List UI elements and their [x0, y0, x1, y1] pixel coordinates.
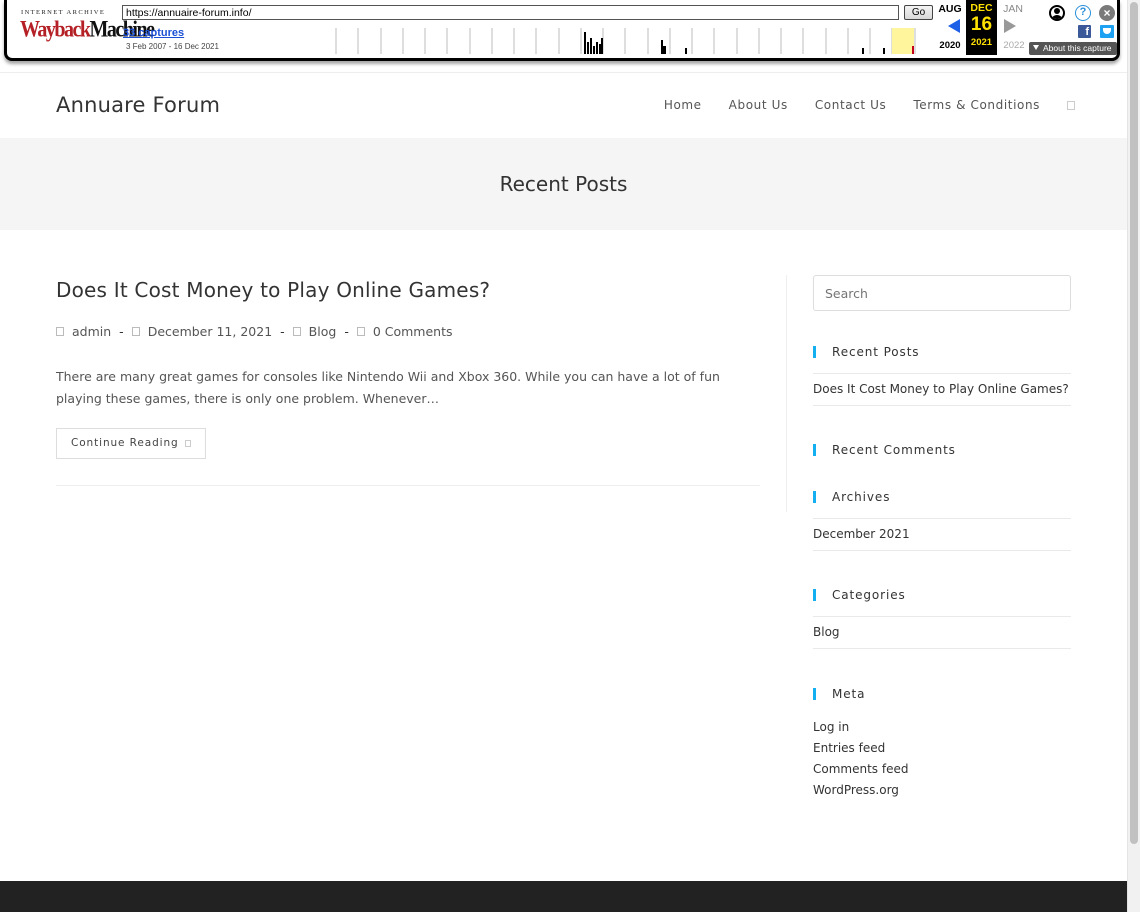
category-link[interactable]: Blog [813, 616, 1071, 649]
widget-title: Archives [813, 491, 1071, 503]
page-header: Recent Posts [0, 138, 1127, 230]
meta-separator: - [344, 324, 349, 339]
capture-bars [584, 32, 914, 54]
folder-icon [292, 327, 301, 336]
site-footer [0, 881, 1127, 912]
prev-year[interactable]: 2020 [935, 40, 965, 51]
calendar-icon [131, 327, 140, 336]
widget-recent-comments: Recent Comments [813, 444, 1071, 456]
meta-wordpress-link[interactable]: WordPress.org [813, 780, 1071, 801]
capture-date-range: 3 Feb 2007 - 16 Dec 2021 [126, 42, 219, 51]
sidebar-divider [786, 275, 787, 512]
scrollbar-thumb[interactable] [1130, 2, 1138, 844]
nav-contact-us[interactable]: Contact Us [815, 98, 887, 112]
meta-comments-feed-link[interactable]: Comments feed [813, 759, 1071, 780]
wayback-url-input[interactable] [122, 5, 899, 20]
continue-reading-button[interactable]: Continue Reading [56, 428, 206, 459]
prev-month[interactable]: AUG [935, 3, 965, 15]
widget-meta: Meta Log in Entries feed Comments feed W… [813, 688, 1071, 801]
nav-terms-conditions[interactable]: Terms & Conditions [913, 98, 1040, 112]
next-year[interactable]: 2022 [999, 40, 1029, 51]
widget-categories: Categories Blog [813, 589, 1071, 649]
next-month[interactable]: JAN [998, 3, 1028, 15]
post-entry: Does It Cost Money to Play Online Games?… [56, 278, 760, 486]
post-comments-link[interactable]: 0 Comments [373, 324, 453, 339]
meta-separator: - [280, 324, 285, 339]
wayback-logo-red: Wayback [20, 17, 91, 43]
angle-right-icon [184, 439, 191, 447]
nav-home[interactable]: Home [664, 98, 702, 112]
go-button[interactable]: Go [904, 5, 933, 20]
close-icon[interactable]: × [1099, 5, 1115, 21]
widget-archives: Archives December 2021 [813, 491, 1071, 551]
captures-link[interactable]: 33 captures [123, 27, 184, 39]
meta-login-link[interactable]: Log in [813, 717, 1071, 738]
facebook-icon[interactable]: f [1078, 25, 1091, 38]
widget-title: Recent Posts [813, 346, 1071, 358]
widget-recent-posts: Recent Posts Does It Cost Money to Play … [813, 346, 1071, 406]
meta-entries-feed-link[interactable]: Entries feed [813, 738, 1071, 759]
user-account-icon[interactable] [1049, 5, 1065, 21]
prev-capture-arrow-icon[interactable] [948, 19, 960, 33]
site-header: Annuare Forum Home About Us Contact Us T… [0, 72, 1127, 138]
post-list: Does It Cost Money to Play Online Games?… [56, 275, 760, 486]
recent-post-link[interactable]: Does It Cost Money to Play Online Games? [813, 373, 1071, 406]
next-capture-arrow-icon[interactable] [1004, 19, 1016, 33]
current-month: DEC [970, 2, 993, 14]
widget-title: Categories [813, 589, 1071, 601]
page-title: Recent Posts [499, 172, 628, 196]
meta-separator: - [119, 324, 124, 339]
help-icon[interactable]: ? [1075, 5, 1091, 21]
page-scrollbar[interactable] [1127, 0, 1140, 912]
nav-about-us[interactable]: About Us [729, 98, 788, 112]
main-navigation: Home About Us Contact Us Terms & Conditi… [637, 98, 1075, 112]
widget-title: Meta [813, 688, 1071, 700]
post-date: December 11, 2021 [147, 324, 273, 339]
sidebar-search-input[interactable] [813, 275, 1071, 311]
wayback-toolbar: INTERNET ARCHIVE WaybackMachine Go 33 ca… [4, 0, 1120, 61]
author-icon [56, 327, 64, 336]
search-toggle-icon[interactable] [1067, 101, 1075, 110]
continue-reading-label: Continue Reading [71, 437, 179, 449]
comment-icon [356, 327, 365, 336]
capture-sparkline[interactable] [329, 28, 919, 54]
post-meta: admin - December 11, 2021 - Blog - 0 Com… [56, 324, 760, 339]
current-year: 2021 [970, 37, 993, 48]
year-dividers [335, 28, 916, 54]
post-title-link[interactable]: Does It Cost Money to Play Online Games? [56, 278, 760, 302]
post-divider [56, 485, 760, 486]
current-capture-date: DEC 16 2021 [966, 0, 997, 55]
archive-link[interactable]: December 2021 [813, 518, 1071, 551]
post-category-link[interactable]: Blog [309, 324, 337, 339]
site-logo[interactable]: Annuare Forum [56, 93, 220, 117]
sidebar: Recent Posts Does It Cost Money to Play … [813, 275, 1071, 797]
post-excerpt: There are many great games for consoles … [56, 369, 720, 406]
current-day: 16 [970, 14, 993, 35]
about-this-capture-button[interactable]: About this capture [1029, 42, 1117, 55]
post-author-link[interactable]: admin [72, 324, 111, 339]
twitter-icon[interactable] [1100, 25, 1114, 38]
internet-archive-label: INTERNET ARCHIVE [21, 9, 106, 16]
widget-title: Recent Comments [813, 444, 1071, 456]
current-year-highlight [892, 28, 914, 54]
